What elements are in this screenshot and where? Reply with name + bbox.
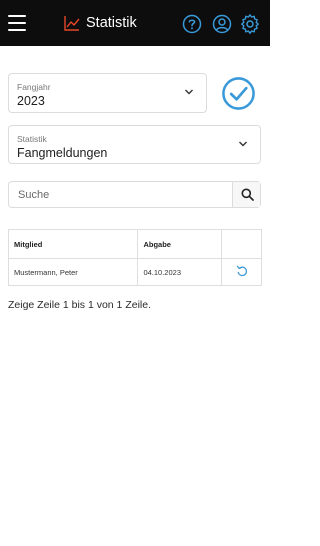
column-header-actions [221, 229, 262, 259]
chevron-down-icon [185, 89, 193, 95]
help-icon[interactable] [182, 14, 202, 34]
chart-line-icon [64, 16, 80, 31]
search-input[interactable] [9, 182, 233, 207]
page-title: Statistik [86, 15, 137, 31]
fangjahr-select[interactable]: Fangjahr 2023 [8, 73, 207, 113]
cell-abgabe: 04.10.2023 [137, 258, 223, 286]
app-brand: Statistik [64, 14, 137, 32]
fangjahr-value: 2023 [17, 94, 45, 108]
user-profile-icon[interactable] [212, 14, 232, 34]
cell-action [221, 258, 262, 286]
confirm-check-icon[interactable] [221, 76, 256, 111]
statistik-label: Statistik [17, 134, 47, 144]
settings-gear-icon[interactable] [240, 14, 260, 34]
statistik-select[interactable]: Statistik Fangmeldungen [8, 125, 261, 164]
column-header-mitglied[interactable]: Mitglied [7, 229, 139, 259]
pagination-info: Zeige Zeile 1 bis 1 von 1 Zeile. [8, 299, 151, 311]
table-row: Mustermann, Peter 04.10.2023 [7, 258, 262, 286]
table-header-row: Mitglied Abgabe [7, 229, 262, 259]
fangjahr-label: Fangjahr [17, 82, 51, 92]
column-header-abgabe[interactable]: Abgabe [137, 229, 223, 259]
top-app-bar: Statistik [0, 0, 270, 46]
undo-icon[interactable] [236, 265, 248, 277]
cell-mitglied: Mustermann, Peter [7, 258, 139, 286]
results-table: Mitglied Abgabe Mustermann, Peter 04.10.… [7, 229, 262, 286]
hamburger-menu-icon[interactable] [8, 15, 26, 31]
search-button[interactable] [232, 182, 260, 207]
statistik-value: Fangmeldungen [17, 146, 108, 160]
search-bar [8, 181, 261, 208]
chevron-down-icon [239, 141, 247, 147]
search-icon [241, 188, 254, 201]
